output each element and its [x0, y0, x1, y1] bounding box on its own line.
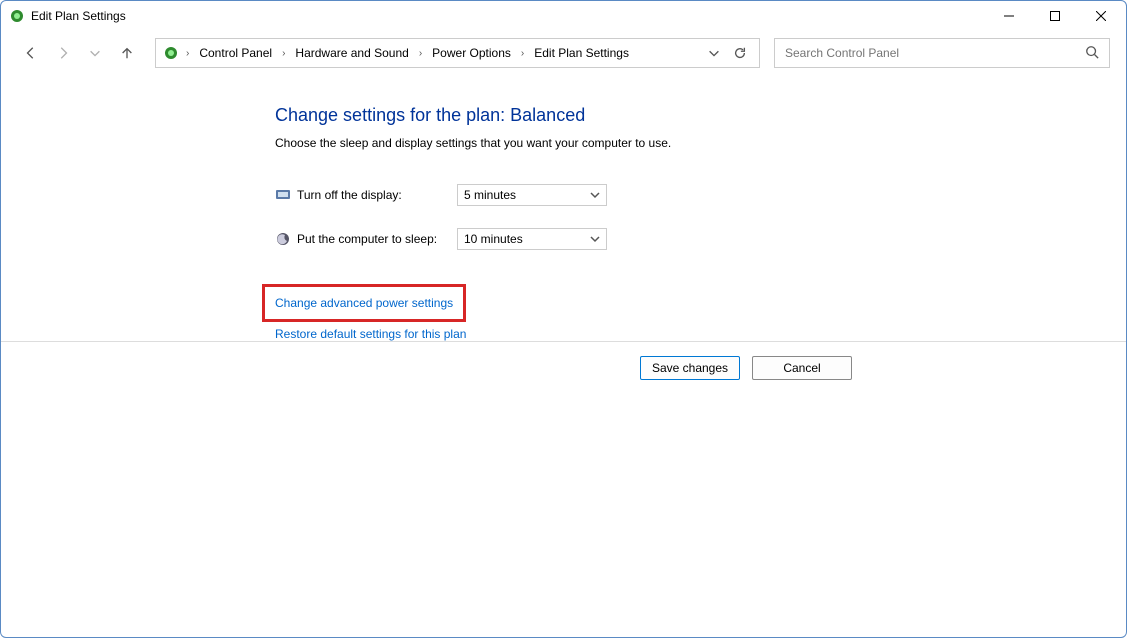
page-heading: Change settings for the plan: Balanced	[275, 105, 1126, 126]
sleep-icon	[275, 231, 291, 247]
minimize-button[interactable]	[986, 1, 1032, 31]
display-icon	[275, 187, 291, 203]
search-icon[interactable]	[1085, 45, 1099, 62]
back-button[interactable]	[17, 39, 45, 67]
power-options-icon	[160, 45, 182, 61]
settings-grid: Turn off the display: 5 minutes Put the …	[275, 184, 1126, 250]
save-button[interactable]: Save changes	[640, 356, 740, 380]
breadcrumb-item[interactable]: Edit Plan Settings	[528, 46, 635, 60]
maximize-button[interactable]	[1032, 1, 1078, 31]
advanced-settings-link[interactable]: Change advanced power settings	[275, 296, 453, 310]
chevron-right-icon[interactable]: ›	[280, 48, 287, 59]
breadcrumb-item[interactable]: Control Panel	[193, 46, 278, 60]
refresh-button[interactable]	[733, 46, 747, 60]
power-options-icon	[9, 8, 25, 24]
chevron-down-icon	[590, 190, 600, 200]
sleep-label: Put the computer to sleep:	[297, 232, 457, 246]
links-block: Change advanced power settings Restore d…	[275, 284, 1126, 341]
search-input[interactable]	[785, 46, 1085, 60]
chevron-down-icon	[590, 234, 600, 244]
navigation-bar: › Control Panel › Hardware and Sound › P…	[1, 31, 1126, 75]
chevron-right-icon[interactable]: ›	[519, 48, 526, 59]
sleep-dropdown[interactable]: 10 minutes	[457, 228, 607, 250]
breadcrumb-item[interactable]: Power Options	[426, 46, 517, 60]
search-box[interactable]	[774, 38, 1110, 68]
action-bar: Save changes Cancel	[1, 341, 1126, 394]
titlebar: Edit Plan Settings	[1, 1, 1126, 31]
cancel-button[interactable]: Cancel	[752, 356, 852, 380]
forward-button[interactable]	[49, 39, 77, 67]
up-button[interactable]	[113, 39, 141, 67]
display-off-value: 5 minutes	[464, 188, 516, 202]
close-button[interactable]	[1078, 1, 1124, 31]
page-subtext: Choose the sleep and display settings th…	[275, 136, 1126, 150]
chevron-right-icon[interactable]: ›	[184, 48, 191, 59]
highlight-annotation: Change advanced power settings	[262, 284, 466, 322]
sleep-value: 10 minutes	[464, 232, 523, 246]
restore-defaults-link[interactable]: Restore default settings for this plan	[275, 327, 1126, 341]
window-title: Edit Plan Settings	[31, 9, 126, 23]
display-off-dropdown[interactable]: 5 minutes	[457, 184, 607, 206]
content-area: Change settings for the plan: Balanced C…	[1, 75, 1126, 341]
address-bar[interactable]: › Control Panel › Hardware and Sound › P…	[155, 38, 760, 68]
breadcrumb-item[interactable]: Hardware and Sound	[289, 46, 414, 60]
display-off-label: Turn off the display:	[297, 188, 457, 202]
address-dropdown-button[interactable]	[707, 46, 721, 60]
chevron-right-icon[interactable]: ›	[417, 48, 424, 59]
recent-locations-dropdown[interactable]	[81, 39, 109, 67]
